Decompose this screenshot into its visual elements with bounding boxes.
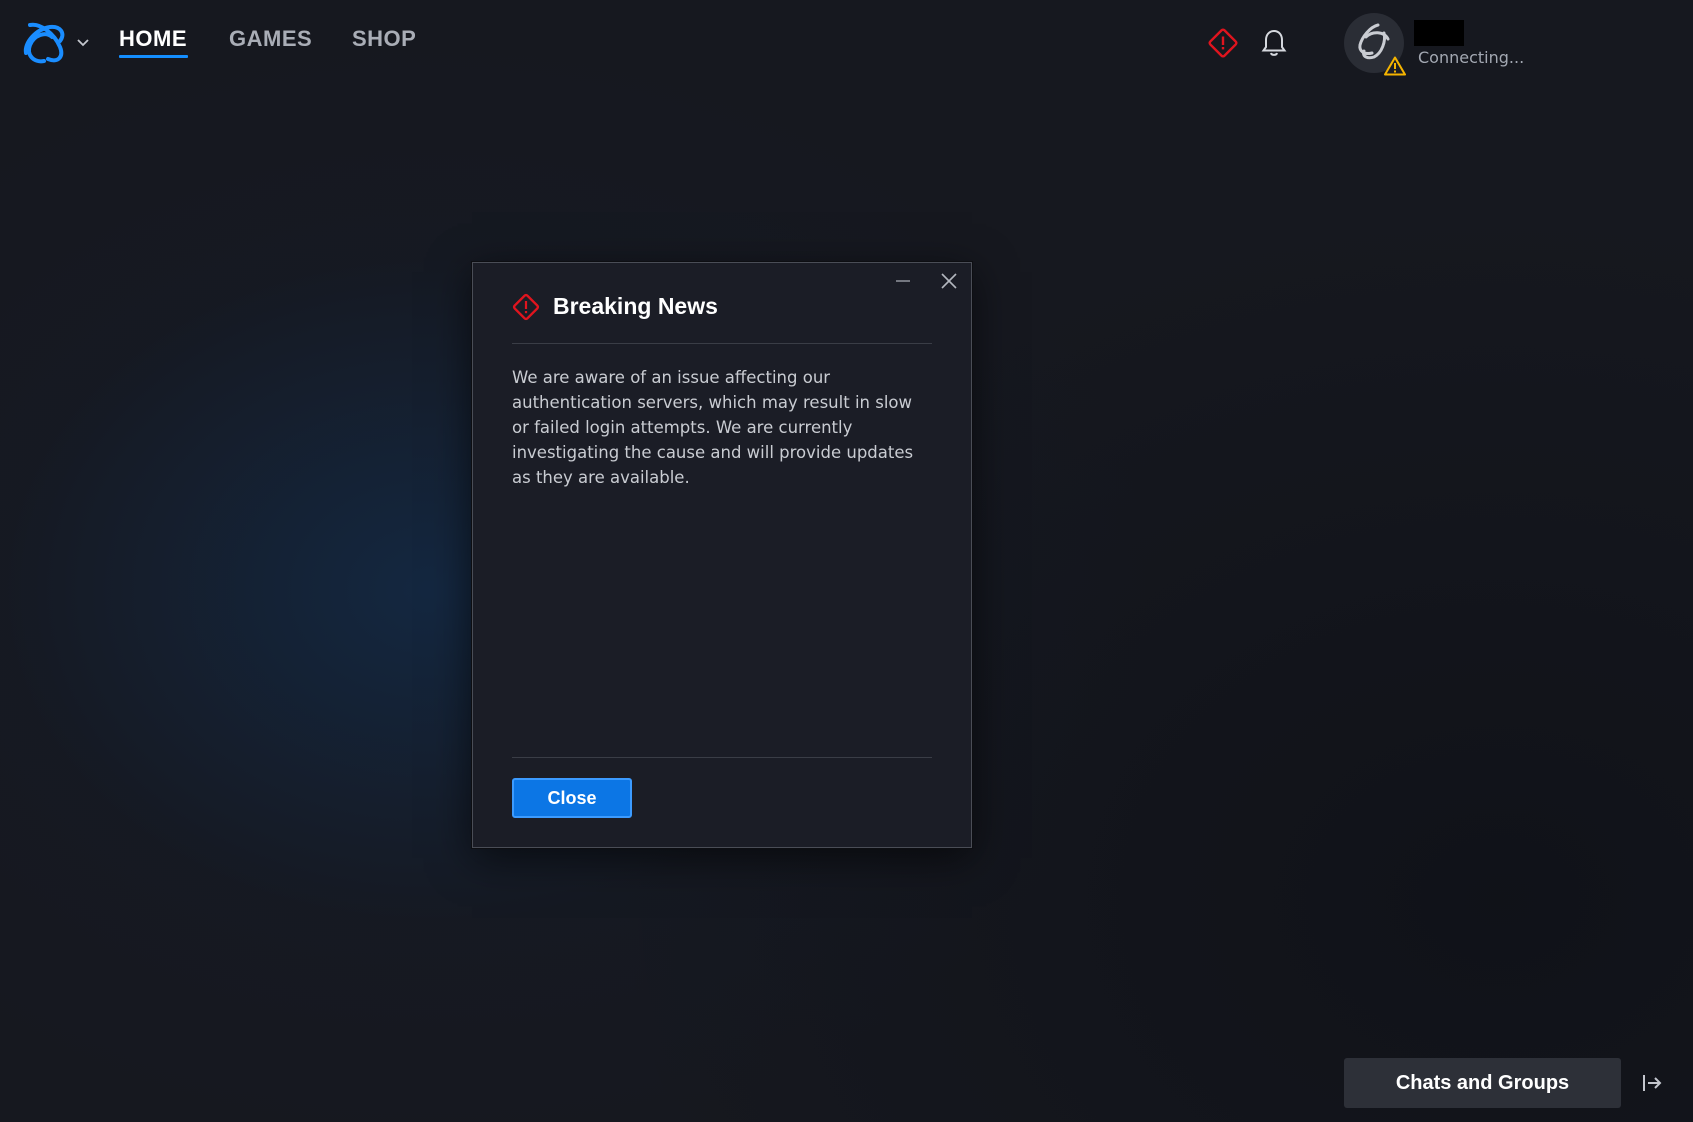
tab-home[interactable]: HOME [119, 26, 187, 52]
close-button[interactable]: Close [512, 778, 632, 818]
divider [512, 343, 932, 344]
alert-diamond-icon[interactable] [1208, 28, 1238, 58]
chevron-down-icon[interactable] [76, 35, 90, 49]
top-navigation-bar: HOME GAMES SHOP Connecting... [0, 0, 1693, 86]
close-icon[interactable] [939, 271, 959, 291]
divider [512, 757, 932, 758]
username-redacted [1414, 20, 1464, 46]
bell-icon[interactable] [1261, 28, 1287, 58]
tab-games[interactable]: GAMES [229, 26, 312, 52]
connection-status: Connecting... [1418, 48, 1525, 67]
active-tab-indicator [119, 55, 188, 58]
collapse-panel-icon[interactable] [1640, 1071, 1664, 1095]
alert-diamond-icon [512, 293, 540, 321]
minimize-icon[interactable] [893, 271, 913, 291]
chats-and-groups-button[interactable]: Chats and Groups [1344, 1058, 1621, 1108]
tab-shop[interactable]: SHOP [352, 26, 416, 52]
breaking-news-dialog: Breaking News We are aware of an issue a… [472, 262, 972, 848]
dialog-message: We are aware of an issue affecting our a… [512, 368, 914, 487]
warning-icon [1384, 56, 1406, 76]
battlenet-logo-icon[interactable] [20, 19, 68, 65]
dialog-title: Breaking News [553, 293, 718, 319]
